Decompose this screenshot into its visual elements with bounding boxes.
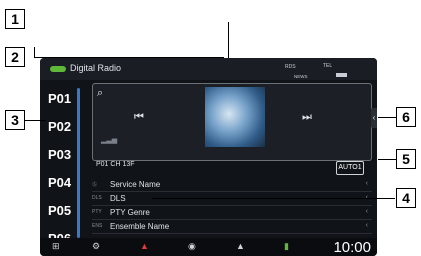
app-title: Digital Radio	[70, 63, 122, 73]
preset-p04[interactable]: P04	[46, 170, 86, 196]
chevron-left-icon: ‹	[365, 208, 368, 215]
rds-status: RDS	[285, 64, 296, 70]
callout-1: 1	[5, 9, 25, 29]
battery-icon	[336, 73, 347, 77]
tel-status: TEL	[323, 63, 333, 69]
ensemble-icon: ENS	[92, 223, 103, 229]
top-bar: Digital Radio RDS TEL NEWS	[40, 58, 377, 80]
clock: 10:00	[333, 239, 371, 256]
camera-icon[interactable]: ◉	[188, 241, 196, 252]
callout-line-3	[25, 120, 46, 121]
news-indicator: NEWS	[294, 74, 308, 79]
chevron-left-icon[interactable]: ‹	[371, 108, 377, 128]
info-row-service[interactable]: Ⓢ Service Name ‹	[92, 178, 372, 192]
callout-4: 4	[396, 188, 416, 208]
info-row-dls[interactable]: DLS DLS ‹	[92, 192, 372, 206]
callout-2: 2	[5, 47, 25, 67]
album-artwork	[205, 87, 265, 147]
next-icon[interactable]: ⏭	[302, 111, 312, 124]
callout-line-6	[378, 117, 396, 118]
chevron-left-icon: ‹	[365, 222, 368, 229]
callout-line-2	[34, 57, 224, 58]
chevron-left-icon: ‹	[365, 180, 368, 187]
app-icon-red[interactable]: ▲	[140, 241, 149, 251]
menu-grid-icon[interactable]: ⊞	[52, 241, 60, 252]
preset-p01[interactable]: P01	[46, 86, 86, 112]
settings-icon[interactable]: ⚙	[92, 241, 100, 252]
callout-5: 5	[396, 149, 416, 169]
dls-label: DLS	[110, 194, 126, 203]
callout-3: 3	[5, 110, 25, 130]
callout-line-5	[378, 159, 396, 160]
pty-genre-label: PTY Genre	[110, 208, 150, 217]
preset-p03[interactable]: P03	[46, 142, 86, 168]
preset-list: P01 P02 P03 P04 P05 P06	[46, 86, 86, 256]
callout-6: 6	[396, 107, 416, 127]
auto-button[interactable]: AUTO1	[336, 161, 364, 175]
info-row-pty[interactable]: PTY PTY Genre ‹	[92, 206, 372, 220]
dls-icon: DLS	[92, 195, 102, 201]
channel-info: P01 CH 13F	[96, 161, 135, 168]
callout-line-1	[228, 22, 229, 58]
preset-scrollbar[interactable]	[77, 88, 80, 238]
signal-level-icon: ▂▃▅	[101, 137, 118, 144]
radio-screen: Digital Radio RDS TEL NEWS P01 P02 P03 P…	[40, 58, 377, 256]
ensemble-name-label: Ensemble Name	[110, 222, 170, 231]
prev-icon[interactable]: ⏮	[134, 111, 144, 124]
search-icon[interactable]: ⌕	[97, 86, 111, 100]
callout-line-2b	[34, 47, 35, 57]
navigation-icon[interactable]: ▲	[236, 241, 245, 251]
callout-line-4	[152, 198, 395, 199]
phone-icon[interactable]: ▮	[284, 241, 289, 252]
source-icon	[50, 66, 66, 72]
service-name-label: Service Name	[110, 180, 161, 189]
bottom-bar: ⊞ ⚙ ▲ ◉ ▲ ▮ 10:00	[40, 238, 377, 256]
service-icon: Ⓢ	[92, 182, 98, 188]
preset-p02[interactable]: P02	[46, 114, 86, 140]
preset-p05[interactable]: P05	[46, 198, 86, 224]
control-panel: ⌕ ⏮ ⏭ ▂▃▅	[92, 83, 372, 161]
pty-icon: PTY	[92, 209, 102, 215]
info-row-ensemble[interactable]: ENS Ensemble Name ‹	[92, 220, 372, 234]
